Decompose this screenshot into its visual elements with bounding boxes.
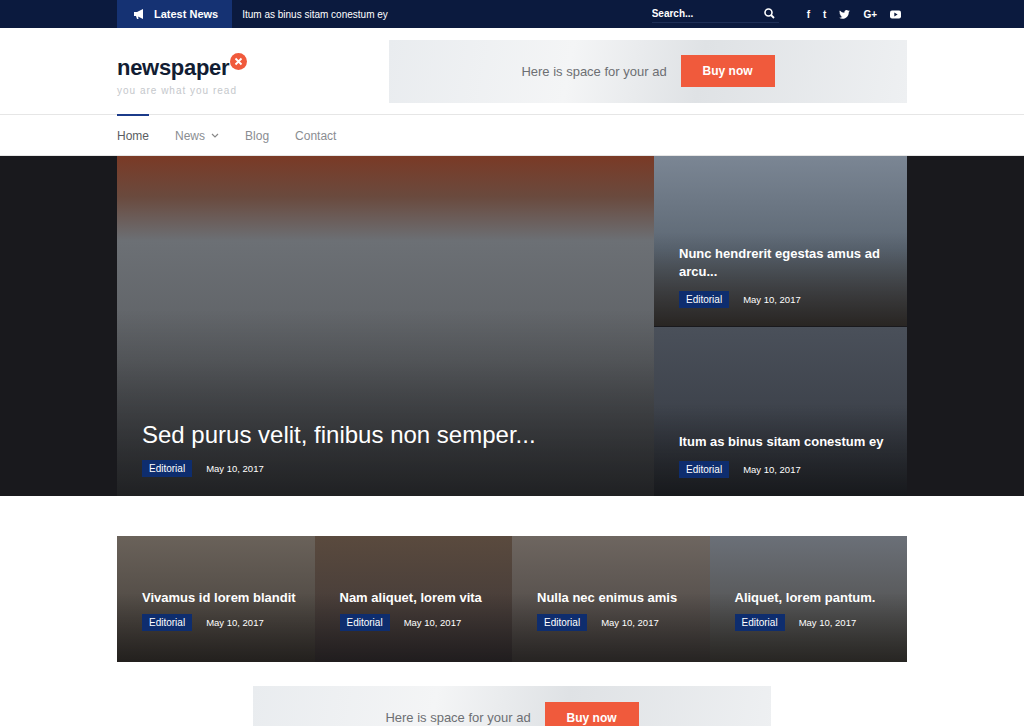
side-post[interactable]: Itum as binus sitam conestum ey Editorial… bbox=[654, 327, 907, 497]
buy-now-button[interactable]: Buy now bbox=[545, 702, 639, 726]
latest-news-label[interactable]: Latest News bbox=[117, 0, 232, 28]
post-meta: Editorial May 10, 2017 bbox=[142, 460, 634, 477]
post-title[interactable]: Nulla nec enimus amis bbox=[537, 590, 702, 606]
search-input[interactable] bbox=[652, 5, 760, 22]
social-icon[interactable]: f bbox=[807, 9, 810, 20]
side-posts: Nunc hendrerit egestas amus ad arcu... Ed… bbox=[654, 156, 907, 496]
post-meta: Editorial May 10, 2017 bbox=[679, 291, 887, 308]
chevron-down-icon bbox=[211, 133, 219, 138]
nav-item[interactable]: News bbox=[175, 114, 219, 155]
post-title[interactable]: Nam aliquet, lorem vita bbox=[340, 590, 505, 606]
post-meta: Editorial May 10, 2017 bbox=[537, 614, 702, 631]
bottom-ad-banner: Here is space for your ad Buy now bbox=[253, 686, 771, 726]
top-bar: Latest News Itum as binus sitam conestum … bbox=[0, 0, 1024, 28]
nav-item[interactable]: Blog bbox=[245, 114, 269, 155]
post-meta: Editorial May 10, 2017 bbox=[142, 614, 307, 631]
post-date: May 10, 2017 bbox=[799, 617, 857, 628]
nav-item[interactable]: Home bbox=[117, 114, 149, 155]
post-card[interactable]: Nam aliquet, lorem vita Editorial May 10, … bbox=[315, 536, 513, 662]
category-badge[interactable]: Editorial bbox=[340, 614, 390, 631]
post-card[interactable]: Nulla nec enimus amis Editorial May 10, 20… bbox=[512, 536, 710, 662]
post-card[interactable]: Aliquet, lorem pantum. Editorial May 10, 2… bbox=[710, 536, 908, 662]
post-date: May 10, 2017 bbox=[601, 617, 659, 628]
post-date: May 10, 2017 bbox=[743, 294, 801, 305]
tagline: you are what you read bbox=[117, 85, 247, 96]
post-meta: Editorial May 10, 2017 bbox=[679, 461, 887, 478]
page: Latest News Itum as binus sitam conestum … bbox=[0, 0, 1024, 726]
post-cards: Vivamus id lorem blandit Editorial May 10,… bbox=[117, 536, 907, 662]
logo[interactable]: newspaperyou are what you read bbox=[117, 47, 247, 96]
category-badge[interactable]: Editorial bbox=[679, 291, 729, 308]
post-date: May 10, 2017 bbox=[404, 617, 462, 628]
twitter-icon[interactable] bbox=[839, 10, 850, 19]
search-icon[interactable] bbox=[764, 8, 775, 19]
post-title[interactable]: Itum as binus sitam conestum ey bbox=[679, 433, 887, 451]
post-meta: Editorial May 10, 2017 bbox=[735, 614, 900, 631]
post-date: May 10, 2017 bbox=[206, 617, 264, 628]
social-icon[interactable]: G+ bbox=[863, 9, 877, 20]
post-title[interactable]: Sed purus velit, finibus non semper... bbox=[142, 420, 634, 450]
featured-post[interactable]: Sed purus velit, finibus non semper... Ed… bbox=[117, 156, 654, 496]
nav-item[interactable]: Contact bbox=[295, 114, 336, 155]
side-post[interactable]: Nunc hendrerit egestas amus ad arcu... Ed… bbox=[654, 156, 907, 326]
post-card[interactable]: Vivamus id lorem blandit Editorial May 10,… bbox=[117, 536, 315, 662]
main-nav: Home News Blog Contact bbox=[0, 115, 1024, 156]
post-title[interactable]: Vivamus id lorem blandit bbox=[142, 590, 307, 606]
category-badge[interactable]: Editorial bbox=[537, 614, 587, 631]
social-links: f t G+ bbox=[807, 9, 907, 20]
category-badge[interactable]: Editorial bbox=[679, 461, 729, 478]
category-badge[interactable]: Editorial bbox=[735, 614, 785, 631]
search-field bbox=[652, 5, 779, 23]
category-badge[interactable]: Editorial bbox=[142, 614, 192, 631]
news-ticker[interactable]: Itum as binus sitam conestum ey bbox=[242, 9, 651, 20]
megaphone-icon bbox=[133, 8, 146, 20]
ad-text: Here is space for your ad bbox=[521, 64, 666, 79]
featured-section: Sed purus velit, finibus non semper... Ed… bbox=[0, 156, 1024, 496]
ad-banner: Here is space for your ad Buy now bbox=[389, 40, 907, 103]
buy-now-button[interactable]: Buy now bbox=[681, 55, 775, 87]
post-date: May 10, 2017 bbox=[206, 463, 264, 474]
logo-mark-icon bbox=[230, 53, 247, 70]
post-title[interactable]: Aliquet, lorem pantum. bbox=[735, 590, 900, 606]
post-date: May 10, 2017 bbox=[743, 464, 801, 475]
post-title[interactable]: Nunc hendrerit egestas amus ad arcu... bbox=[679, 245, 887, 281]
site-header: newspaperyou are what you read Here is sp… bbox=[0, 28, 1024, 115]
ad-text: Here is space for your ad bbox=[385, 710, 530, 725]
category-badge[interactable]: Editorial bbox=[142, 460, 192, 477]
social-icon[interactable]: t bbox=[823, 9, 826, 20]
post-meta: Editorial May 10, 2017 bbox=[340, 614, 505, 631]
youtube-icon[interactable] bbox=[890, 9, 901, 20]
